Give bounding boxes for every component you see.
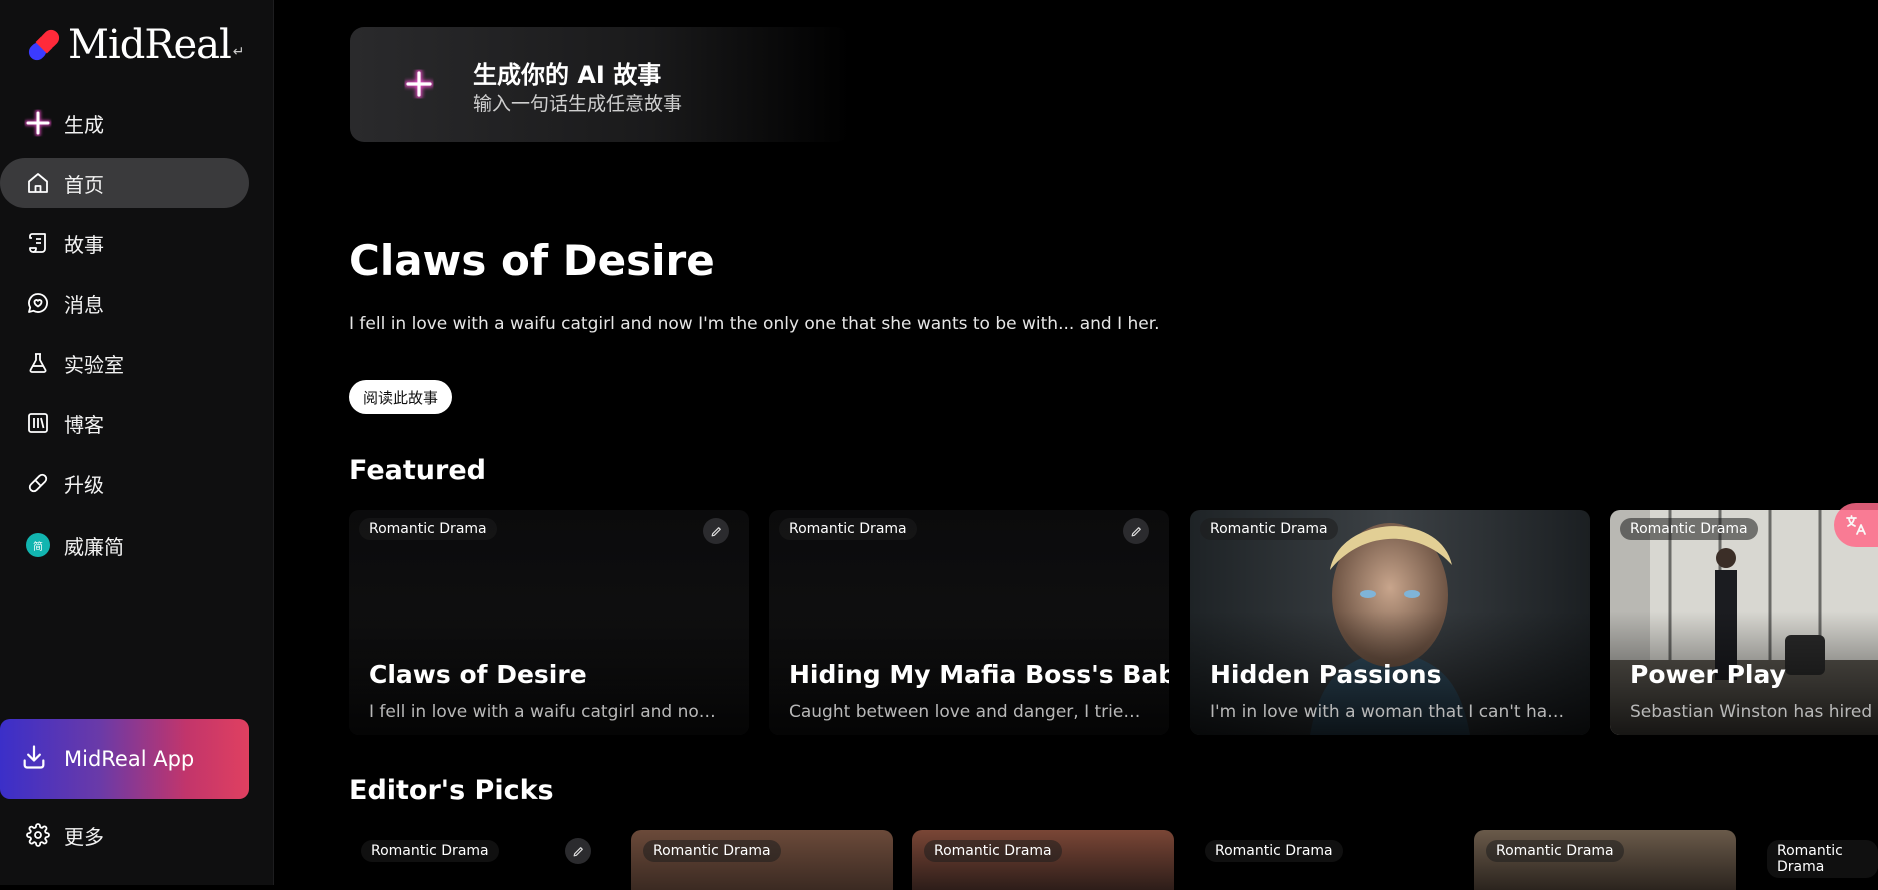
generate-card-subtitle: 输入一句话生成任意故事 bbox=[473, 93, 683, 115]
chat-heart-icon bbox=[24, 289, 52, 317]
pick-card[interactable]: Romantic Drama bbox=[631, 830, 893, 890]
sidebar-item-profile[interactable]: 简 威廉简 bbox=[0, 520, 249, 570]
card-title: Power Play bbox=[1630, 660, 1786, 689]
sidebar-item-label: 生成 bbox=[64, 112, 104, 137]
story-card[interactable]: Romantic Drama Claws of Desire I fell in… bbox=[349, 510, 749, 735]
flask-icon bbox=[24, 349, 52, 377]
translate-icon[interactable] bbox=[1834, 503, 1878, 547]
pick-card[interactable]: Romantic Drama bbox=[349, 830, 611, 890]
brand-suffix: ↵ bbox=[232, 44, 245, 60]
read-story-button[interactable]: 阅读此故事 bbox=[349, 380, 453, 414]
card-description: I'm in love with a woman that I can't ha… bbox=[1210, 702, 1570, 722]
sidebar-item-label: 故事 bbox=[64, 232, 104, 257]
card-description: Sebastian Winston has hired a n bbox=[1630, 702, 1878, 722]
generate-card-title: 生成你的 AI 故事 bbox=[473, 61, 662, 89]
pill-icon bbox=[24, 469, 52, 497]
genre-badge: Romantic Drama bbox=[924, 840, 1062, 862]
app-button-label: MidReal App bbox=[64, 747, 195, 771]
sidebar-item-label: 威廉简 bbox=[64, 534, 124, 559]
edit-icon[interactable] bbox=[1123, 518, 1149, 544]
story-card[interactable]: Romantic Drama Power Play Sebastian Wins… bbox=[1610, 510, 1878, 735]
sidebar-item-generate[interactable]: 生成 bbox=[0, 98, 249, 148]
sidebar-item-label: 更多 bbox=[64, 824, 104, 849]
sidebar-item-upgrade[interactable]: 升级 bbox=[0, 458, 249, 508]
sidebar-item-home[interactable]: 首页 bbox=[0, 158, 249, 208]
pick-card[interactable]: Romantic Drama bbox=[1474, 830, 1736, 890]
sidebar-item-label: 升级 bbox=[64, 472, 104, 497]
story-card[interactable]: Romantic Drama Hiding My Mafia Boss's Ba… bbox=[769, 510, 1169, 735]
plus-icon bbox=[402, 67, 436, 101]
genre-badge: Romantic Drama bbox=[643, 840, 781, 862]
gear-icon bbox=[24, 821, 52, 849]
midreal-app-button[interactable]: MidReal App bbox=[0, 719, 249, 799]
sidebar-item-label: 首页 bbox=[64, 172, 104, 197]
genre-badge: Romantic Drama bbox=[361, 840, 499, 862]
home-icon bbox=[24, 169, 52, 197]
card-description: I fell in love with a waifu catgirl and … bbox=[369, 702, 729, 722]
sidebar-item-lab[interactable]: 实验室 bbox=[0, 338, 249, 388]
library-icon bbox=[24, 409, 52, 437]
edit-icon[interactable] bbox=[565, 838, 591, 864]
card-title: Hiding My Mafia Boss's Baby bbox=[789, 660, 1169, 689]
genre-badge: Romantic Drama bbox=[779, 518, 917, 540]
genre-badge: Romantic Drama bbox=[1486, 840, 1624, 862]
genre-badge: Romantic Drama bbox=[1767, 840, 1878, 878]
story-card[interactable]: Romantic Drama Hidden Passions I'm in lo… bbox=[1190, 510, 1590, 735]
genre-badge: Romantic Drama bbox=[359, 518, 497, 540]
card-description: Caught between love and danger, I tried … bbox=[789, 702, 1149, 722]
sidebar-item-more[interactable]: 更多 bbox=[0, 810, 249, 860]
download-icon bbox=[20, 743, 48, 775]
brand-logo[interactable]: MidReal ↵ bbox=[22, 20, 245, 70]
sidebar-item-label: 实验室 bbox=[64, 352, 124, 377]
card-title: Claws of Desire bbox=[369, 660, 587, 689]
pill-logo-icon bbox=[22, 23, 66, 67]
avatar-wrap: 简 bbox=[24, 531, 52, 559]
featured-heading: Featured bbox=[349, 455, 486, 486]
edit-icon[interactable] bbox=[703, 518, 729, 544]
pick-card[interactable]: Romantic Drama bbox=[1193, 830, 1455, 890]
avatar: 简 bbox=[26, 533, 50, 557]
brand-name: MidReal bbox=[68, 22, 232, 68]
genre-badge: Romantic Drama bbox=[1620, 518, 1758, 540]
editors-picks-heading: Editor's Picks bbox=[349, 775, 554, 806]
sidebar: MidReal ↵ 生成 首页 故事 消息 实验室 博客 升级 简 威廉简 Mi… bbox=[0, 0, 274, 885]
highlight-story-description: I fell in love with a waifu catgirl and … bbox=[349, 314, 1160, 334]
sidebar-item-stories[interactable]: 故事 bbox=[0, 218, 249, 268]
genre-badge: Romantic Drama bbox=[1200, 518, 1338, 540]
sidebar-item-label: 博客 bbox=[64, 412, 104, 437]
generate-story-card[interactable]: 生成你的 AI 故事 输入一句话生成任意故事 bbox=[350, 27, 850, 142]
genre-badge: Romantic Drama bbox=[1205, 840, 1343, 862]
card-title: Hidden Passions bbox=[1210, 660, 1442, 689]
pick-card[interactable]: Romantic Drama bbox=[912, 830, 1174, 890]
highlight-story-title: Claws of Desire bbox=[349, 236, 715, 285]
pick-card[interactable]: Romantic Drama bbox=[1755, 830, 1878, 890]
sidebar-item-blog[interactable]: 博客 bbox=[0, 398, 249, 448]
sidebar-item-messages[interactable]: 消息 bbox=[0, 278, 249, 328]
scroll-icon bbox=[24, 229, 52, 257]
sidebar-item-label: 消息 bbox=[64, 292, 104, 317]
plus-icon bbox=[24, 109, 52, 137]
